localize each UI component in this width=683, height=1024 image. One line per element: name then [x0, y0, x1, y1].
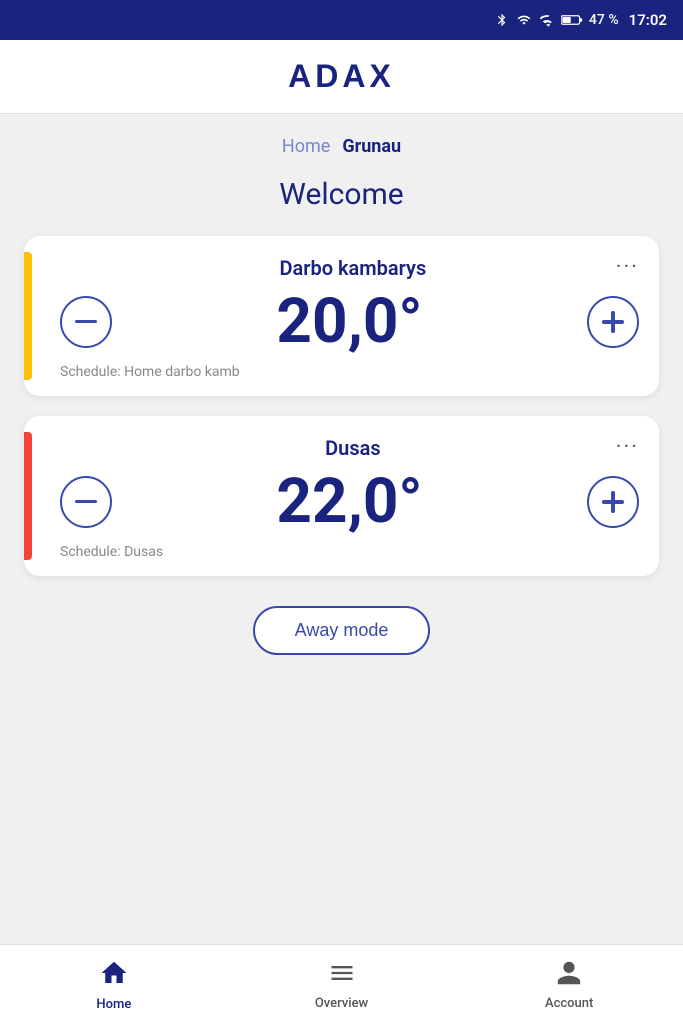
away-mode-button[interactable]: Away mode — [253, 606, 431, 655]
increase-btn-darbo[interactable] — [587, 296, 639, 348]
card-title-dusas: Dusas — [90, 436, 616, 460]
main-content: Home Grunau Welcome Darbo kambarys ··· 2… — [0, 114, 683, 944]
nav-label-home: Home — [96, 997, 131, 1012]
card-indicator-orange — [24, 432, 32, 560]
card-header-dusas: Dusas ··· — [60, 436, 639, 460]
bluetooth-icon — [495, 11, 509, 29]
nav-item-account[interactable]: Account — [455, 945, 683, 1024]
battery-icon — [561, 13, 583, 27]
away-mode-container: Away mode — [0, 606, 683, 655]
breadcrumb-home[interactable]: Home — [282, 136, 330, 157]
card-controls-dusas: 22,0° — [60, 468, 639, 536]
increase-btn-dusas[interactable] — [587, 476, 639, 528]
plus-icon-dusas — [602, 491, 624, 513]
card-schedule-darbo: Schedule: Home darbo kamb — [60, 364, 639, 380]
temp-display-dusas: 22,0° — [112, 468, 587, 536]
device-card-darbo: Darbo kambarys ··· 20,0° Schedule: Hom — [24, 236, 659, 396]
card-header-darbo: Darbo kambarys ··· — [60, 256, 639, 280]
temp-display-darbo: 20,0° — [112, 288, 587, 356]
breadcrumb-current[interactable]: Grunau — [342, 136, 401, 157]
bottom-nav: Home Overview Account — [0, 944, 683, 1024]
cards-container: Darbo kambarys ··· 20,0° Schedule: Hom — [0, 236, 683, 576]
nav-item-home[interactable]: Home — [0, 945, 228, 1024]
status-bar: 47 % 17:02 — [0, 0, 683, 40]
nav-item-overview[interactable]: Overview — [228, 945, 456, 1024]
welcome-title: Welcome — [0, 177, 683, 212]
card-controls-darbo: 20,0° — [60, 288, 639, 356]
card-menu-dusas[interactable]: ··· — [616, 437, 639, 459]
minus-icon-dusas — [75, 500, 97, 504]
card-title-darbo: Darbo kambarys — [90, 256, 616, 280]
decrease-btn-darbo[interactable] — [60, 296, 112, 348]
breadcrumb: Home Grunau — [0, 114, 683, 167]
nav-label-account: Account — [545, 996, 593, 1011]
overview-icon — [328, 959, 356, 992]
app-header: ADAX — [0, 40, 683, 114]
home-icon — [99, 958, 129, 993]
card-schedule-dusas: Schedule: Dusas — [60, 544, 639, 560]
card-menu-darbo[interactable]: ··· — [616, 257, 639, 279]
decrease-btn-dusas[interactable] — [60, 476, 112, 528]
nav-label-overview: Overview — [315, 996, 368, 1011]
wifi-icon — [515, 13, 533, 27]
device-card-dusas: Dusas ··· 22,0° Schedule: Dusas — [24, 416, 659, 576]
card-indicator-yellow — [24, 252, 32, 380]
account-icon — [555, 959, 583, 992]
time-display: 17:02 — [629, 11, 667, 29]
plus-icon-darbo — [602, 311, 624, 333]
battery-text: 47 % — [589, 12, 619, 28]
app-logo: ADAX — [288, 58, 395, 95]
signal-icon — [539, 12, 555, 28]
minus-icon-darbo — [75, 320, 97, 324]
status-icons: 47 % 17:02 — [495, 11, 667, 29]
